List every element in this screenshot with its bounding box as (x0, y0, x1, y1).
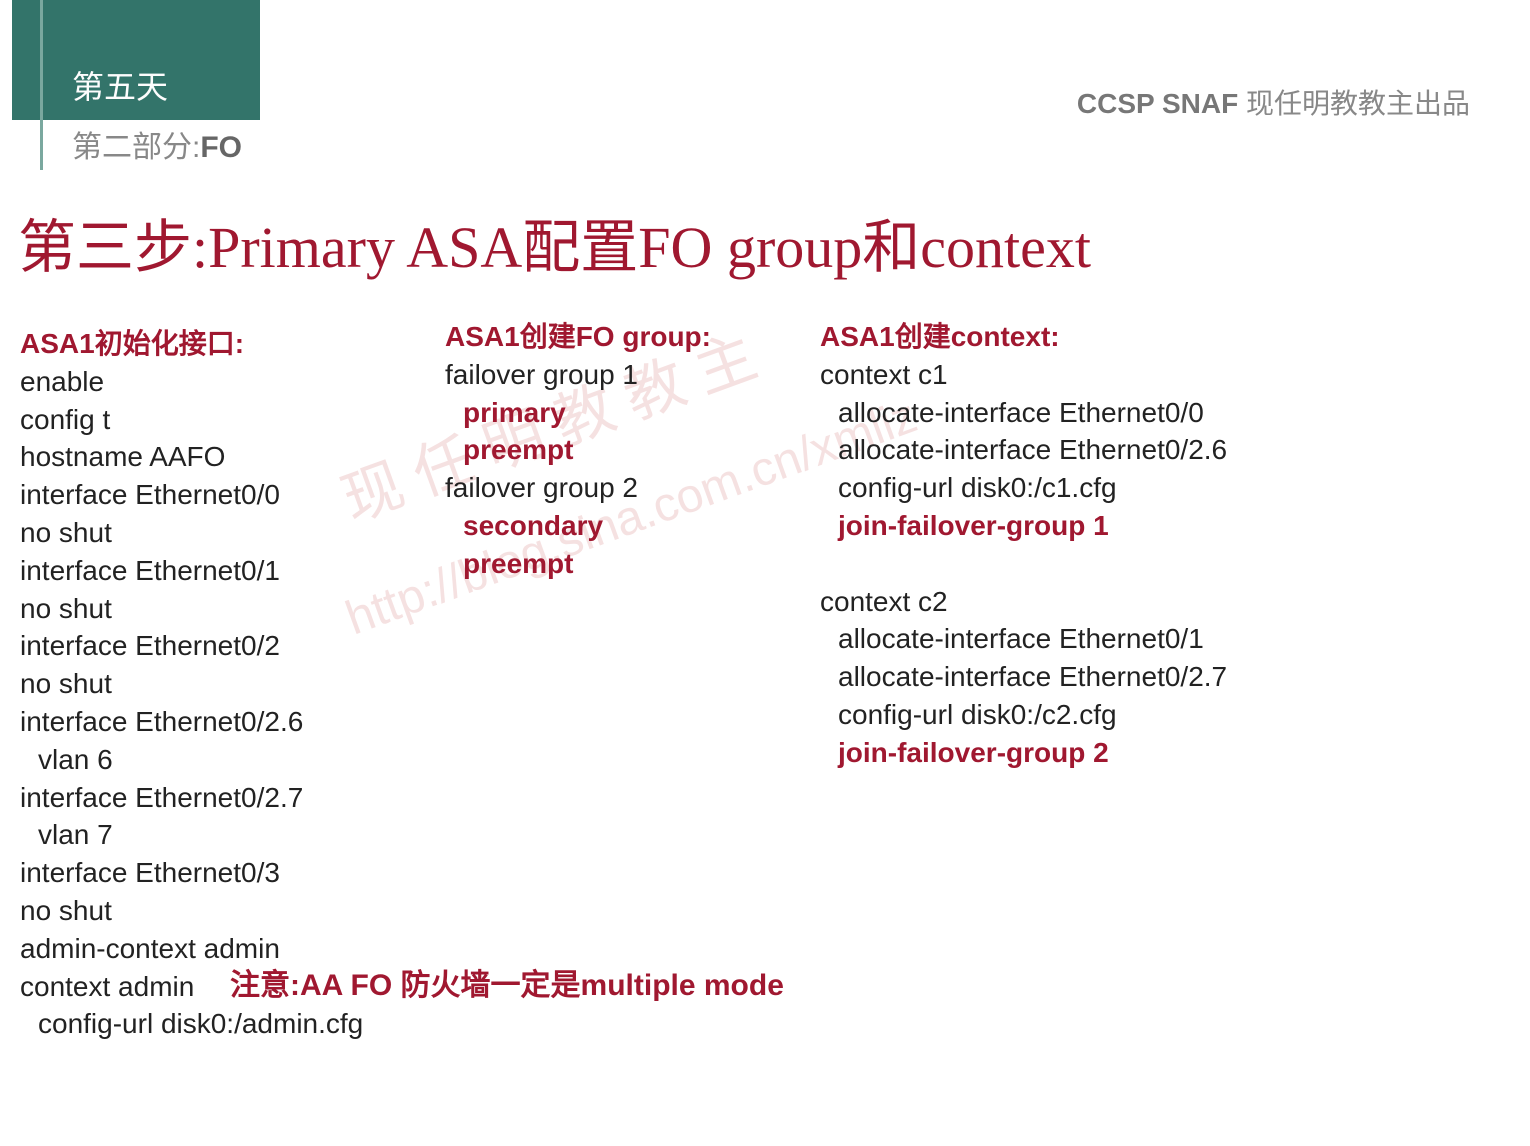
config-line: hostname AAFO (20, 438, 420, 476)
config-line: secondary (445, 507, 805, 545)
top-right-credit: CCSP SNAF 现任明教教主出品 (1077, 82, 1470, 122)
config-line: no shut (20, 665, 420, 703)
config-line: interface Ethernet0/2 (20, 627, 420, 665)
config-line: interface Ethernet0/2.7 (20, 779, 420, 817)
col2-heading: ASA1创建FO group: (445, 318, 805, 356)
sub-header-text: 第二部分: (72, 131, 200, 164)
sub-header-bold: FO (200, 131, 242, 164)
config-line: interface Ethernet0/0 (20, 476, 420, 514)
config-line: interface Ethernet0/2.6 (20, 703, 420, 741)
config-line: join-failover-group 2 (820, 734, 1370, 772)
header-tab-label: 第五天 (72, 62, 168, 108)
config-line: config-url disk0:/c2.cfg (820, 696, 1370, 734)
config-line: no shut (20, 590, 420, 628)
config-line: config t (20, 401, 420, 439)
config-line: preempt (445, 431, 805, 469)
config-line: allocate-interface Ethernet0/0 (820, 394, 1370, 432)
config-line: interface Ethernet0/1 (20, 552, 420, 590)
config-line: primary (445, 394, 805, 432)
col3-heading: ASA1创建context: (820, 318, 1370, 356)
config-line: failover group 1 (445, 356, 805, 394)
config-line: interface Ethernet0/3 (20, 854, 420, 892)
config-line: context c1 (820, 356, 1370, 394)
config-line: no shut (20, 514, 420, 552)
config-line: failover group 2 (445, 469, 805, 507)
header-divider (40, 0, 43, 170)
top-right-text: 现任明教教主出品 (1238, 88, 1470, 119)
slide-title: 第三步:Primary ASA配置FO group和context (18, 200, 1091, 284)
header-tab: 第五天 (12, 0, 260, 120)
column-2: ASA1创建FO group: failover group 1primaryp… (445, 318, 805, 583)
config-line: allocate-interface Ethernet0/1 (820, 620, 1370, 658)
config-line: no shut (20, 892, 420, 930)
config-line (820, 545, 1370, 583)
config-line: allocate-interface Ethernet0/2.6 (820, 431, 1370, 469)
config-line: preempt (445, 545, 805, 583)
footer-note: 注意:AA FO 防火墙一定是multiple mode (230, 960, 784, 1004)
config-line: join-failover-group 1 (820, 507, 1370, 545)
config-line: allocate-interface Ethernet0/2.7 (820, 658, 1370, 696)
config-line: context c2 (820, 583, 1370, 621)
config-line: vlan 6 (20, 741, 420, 779)
top-right-bold: CCSP SNAF (1077, 88, 1238, 119)
config-line: config-url disk0:/admin.cfg (20, 1005, 420, 1043)
column-3: ASA1创建context: context c1allocate-interf… (820, 318, 1370, 772)
config-line: vlan 7 (20, 816, 420, 854)
column-1: ASA1初始化接口: enableconfig thostname AAFOin… (20, 325, 420, 1043)
config-line: enable (20, 363, 420, 401)
sub-header: 第二部分:FO (72, 122, 242, 166)
config-line: config-url disk0:/c1.cfg (820, 469, 1370, 507)
col1-heading: ASA1初始化接口: (20, 325, 420, 363)
